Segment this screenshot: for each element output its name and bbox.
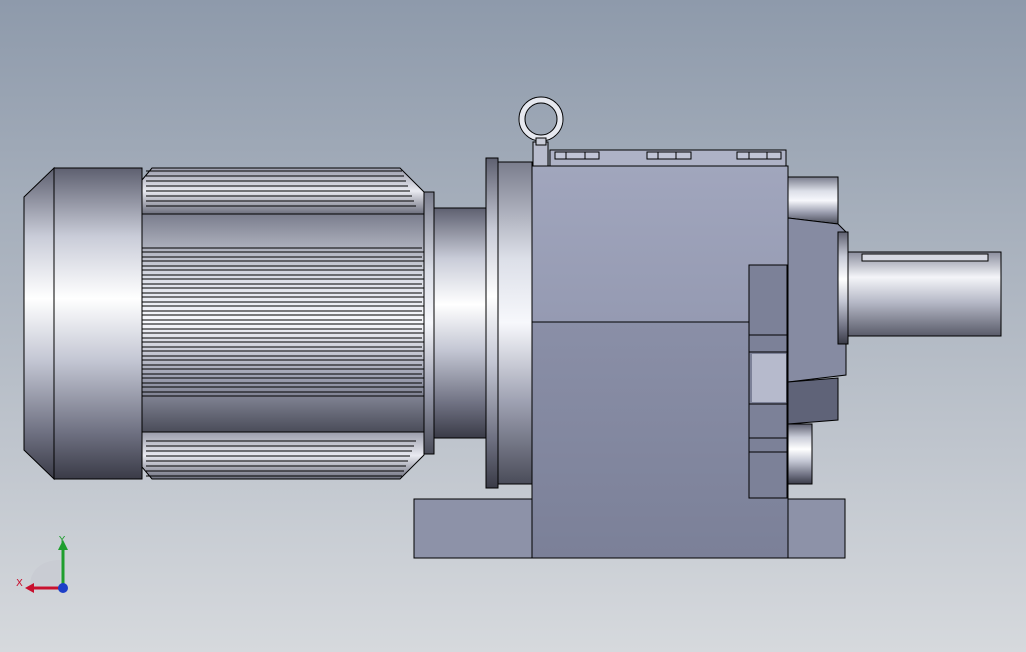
motor-housing[interactable]	[141, 167, 433, 480]
x-axis-label: X	[16, 578, 23, 589]
graphics-viewport[interactable]: Y X	[0, 0, 1026, 652]
gearbox-input-flange[interactable]	[485, 157, 533, 489]
motor-fan-cover[interactable]	[23, 166, 143, 481]
z-axis-dot	[58, 583, 68, 593]
y-axis-label: Y	[58, 535, 66, 546]
motor-adapter[interactable]	[423, 191, 489, 455]
